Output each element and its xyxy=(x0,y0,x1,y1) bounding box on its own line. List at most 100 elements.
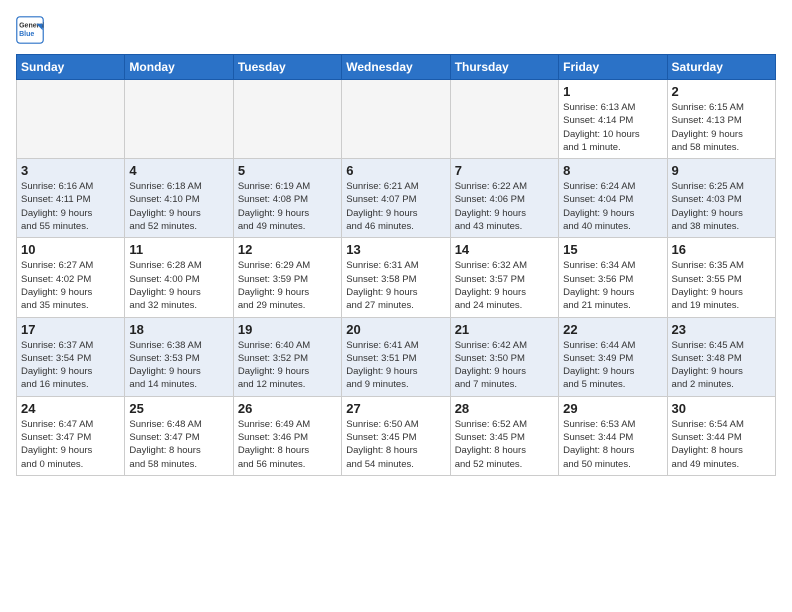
day-number: 11 xyxy=(129,242,228,257)
day-number: 19 xyxy=(238,322,337,337)
day-number: 2 xyxy=(672,84,771,99)
calendar-cell: 20 Sunrise: 6:41 AM Sunset: 3:51 PM Dayli… xyxy=(342,317,450,396)
day-info: Sunrise: 6:50 AM Sunset: 3:45 PM Dayligh… xyxy=(346,418,445,471)
header: General Blue xyxy=(16,16,776,44)
calendar-cell: 28 Sunrise: 6:52 AM Sunset: 3:45 PM Dayli… xyxy=(450,396,558,475)
logo-icon: General Blue xyxy=(16,16,44,44)
day-info: Sunrise: 6:53 AM Sunset: 3:44 PM Dayligh… xyxy=(563,418,662,471)
day-number: 4 xyxy=(129,163,228,178)
weekday-header-wednesday: Wednesday xyxy=(342,55,450,80)
calendar-cell: 29 Sunrise: 6:53 AM Sunset: 3:44 PM Dayli… xyxy=(559,396,667,475)
day-number: 7 xyxy=(455,163,554,178)
day-number: 14 xyxy=(455,242,554,257)
week-row-3: 17 Sunrise: 6:37 AM Sunset: 3:54 PM Dayli… xyxy=(17,317,776,396)
calendar-cell: 2 Sunrise: 6:15 AM Sunset: 4:13 PM Daylig… xyxy=(667,80,775,159)
week-row-2: 10Sunrise: 6:27 AM Sunset: 4:02 PM Dayli… xyxy=(17,238,776,317)
calendar: SundayMondayTuesdayWednesdayThursdayFrid… xyxy=(16,54,776,476)
weekday-header-sunday: Sunday xyxy=(17,55,125,80)
calendar-cell: 18 Sunrise: 6:38 AM Sunset: 3:53 PM Dayli… xyxy=(125,317,233,396)
day-info: Sunrise: 6:34 AM Sunset: 3:56 PM Dayligh… xyxy=(563,259,662,312)
day-number: 3 xyxy=(21,163,120,178)
day-number: 25 xyxy=(129,401,228,416)
calendar-cell: 6 Sunrise: 6:21 AM Sunset: 4:07 PM Daylig… xyxy=(342,159,450,238)
day-info: Sunrise: 6:25 AM Sunset: 4:03 PM Dayligh… xyxy=(672,180,771,233)
day-number: 6 xyxy=(346,163,445,178)
day-info: Sunrise: 6:16 AM Sunset: 4:11 PM Dayligh… xyxy=(21,180,120,233)
day-number: 17 xyxy=(21,322,120,337)
calendar-cell: 10Sunrise: 6:27 AM Sunset: 4:02 PM Dayli… xyxy=(17,238,125,317)
day-info: Sunrise: 6:35 AM Sunset: 3:55 PM Dayligh… xyxy=(672,259,771,312)
day-info: Sunrise: 6:41 AM Sunset: 3:51 PM Dayligh… xyxy=(346,339,445,392)
svg-text:Blue: Blue xyxy=(19,31,34,38)
logo: General Blue xyxy=(16,16,48,44)
day-number: 29 xyxy=(563,401,662,416)
day-info: Sunrise: 6:21 AM Sunset: 4:07 PM Dayligh… xyxy=(346,180,445,233)
calendar-cell: 7Sunrise: 6:22 AM Sunset: 4:06 PM Daylig… xyxy=(450,159,558,238)
day-info: Sunrise: 6:48 AM Sunset: 3:47 PM Dayligh… xyxy=(129,418,228,471)
day-info: Sunrise: 6:49 AM Sunset: 3:46 PM Dayligh… xyxy=(238,418,337,471)
weekday-header-saturday: Saturday xyxy=(667,55,775,80)
day-info: Sunrise: 6:28 AM Sunset: 4:00 PM Dayligh… xyxy=(129,259,228,312)
calendar-cell: 3 Sunrise: 6:16 AM Sunset: 4:11 PM Daylig… xyxy=(17,159,125,238)
day-info: Sunrise: 6:52 AM Sunset: 3:45 PM Dayligh… xyxy=(455,418,554,471)
day-number: 18 xyxy=(129,322,228,337)
weekday-header-tuesday: Tuesday xyxy=(233,55,341,80)
day-info: Sunrise: 6:37 AM Sunset: 3:54 PM Dayligh… xyxy=(21,339,120,392)
day-number: 28 xyxy=(455,401,554,416)
day-info: Sunrise: 6:19 AM Sunset: 4:08 PM Dayligh… xyxy=(238,180,337,233)
calendar-cell: 14 Sunrise: 6:32 AM Sunset: 3:57 PM Dayli… xyxy=(450,238,558,317)
calendar-cell: 4 Sunrise: 6:18 AM Sunset: 4:10 PM Daylig… xyxy=(125,159,233,238)
day-info: Sunrise: 6:15 AM Sunset: 4:13 PM Dayligh… xyxy=(672,101,771,154)
day-info: Sunrise: 6:38 AM Sunset: 3:53 PM Dayligh… xyxy=(129,339,228,392)
day-info: Sunrise: 6:29 AM Sunset: 3:59 PM Dayligh… xyxy=(238,259,337,312)
day-number: 12 xyxy=(238,242,337,257)
day-info: Sunrise: 6:24 AM Sunset: 4:04 PM Dayligh… xyxy=(563,180,662,233)
calendar-cell: 15 Sunrise: 6:34 AM Sunset: 3:56 PM Dayli… xyxy=(559,238,667,317)
calendar-cell: 25 Sunrise: 6:48 AM Sunset: 3:47 PM Dayli… xyxy=(125,396,233,475)
calendar-cell: 5 Sunrise: 6:19 AM Sunset: 4:08 PM Daylig… xyxy=(233,159,341,238)
day-info: Sunrise: 6:32 AM Sunset: 3:57 PM Dayligh… xyxy=(455,259,554,312)
day-info: Sunrise: 6:27 AM Sunset: 4:02 PM Dayligh… xyxy=(21,259,120,312)
day-number: 26 xyxy=(238,401,337,416)
day-number: 24 xyxy=(21,401,120,416)
day-info: Sunrise: 6:44 AM Sunset: 3:49 PM Dayligh… xyxy=(563,339,662,392)
day-number: 21 xyxy=(455,322,554,337)
day-number: 30 xyxy=(672,401,771,416)
day-info: Sunrise: 6:45 AM Sunset: 3:48 PM Dayligh… xyxy=(672,339,771,392)
day-number: 16 xyxy=(672,242,771,257)
day-info: Sunrise: 6:18 AM Sunset: 4:10 PM Dayligh… xyxy=(129,180,228,233)
calendar-cell: 21 Sunrise: 6:42 AM Sunset: 3:50 PM Dayli… xyxy=(450,317,558,396)
week-row-0: 1 Sunrise: 6:13 AM Sunset: 4:14 PM Daylig… xyxy=(17,80,776,159)
calendar-cell: 8 Sunrise: 6:24 AM Sunset: 4:04 PM Daylig… xyxy=(559,159,667,238)
day-info: Sunrise: 6:54 AM Sunset: 3:44 PM Dayligh… xyxy=(672,418,771,471)
calendar-cell: 9 Sunrise: 6:25 AM Sunset: 4:03 PM Daylig… xyxy=(667,159,775,238)
week-row-4: 24 Sunrise: 6:47 AM Sunset: 3:47 PM Dayli… xyxy=(17,396,776,475)
calendar-cell: 11 Sunrise: 6:28 AM Sunset: 4:00 PM Dayli… xyxy=(125,238,233,317)
weekday-header-row: SundayMondayTuesdayWednesdayThursdayFrid… xyxy=(17,55,776,80)
calendar-cell: 24 Sunrise: 6:47 AM Sunset: 3:47 PM Dayli… xyxy=(17,396,125,475)
day-number: 9 xyxy=(672,163,771,178)
day-info: Sunrise: 6:13 AM Sunset: 4:14 PM Dayligh… xyxy=(563,101,662,154)
calendar-cell xyxy=(125,80,233,159)
day-info: Sunrise: 6:42 AM Sunset: 3:50 PM Dayligh… xyxy=(455,339,554,392)
weekday-header-friday: Friday xyxy=(559,55,667,80)
page: General Blue SundayMondayTuesdayWednesda… xyxy=(0,0,792,612)
calendar-cell: 19Sunrise: 6:40 AM Sunset: 3:52 PM Dayli… xyxy=(233,317,341,396)
weekday-header-thursday: Thursday xyxy=(450,55,558,80)
day-number: 13 xyxy=(346,242,445,257)
calendar-cell: 17 Sunrise: 6:37 AM Sunset: 3:54 PM Dayli… xyxy=(17,317,125,396)
calendar-cell: 12 Sunrise: 6:29 AM Sunset: 3:59 PM Dayli… xyxy=(233,238,341,317)
calendar-cell: 1 Sunrise: 6:13 AM Sunset: 4:14 PM Daylig… xyxy=(559,80,667,159)
day-number: 20 xyxy=(346,322,445,337)
day-number: 15 xyxy=(563,242,662,257)
day-number: 8 xyxy=(563,163,662,178)
calendar-cell xyxy=(17,80,125,159)
calendar-cell: 22Sunrise: 6:44 AM Sunset: 3:49 PM Dayli… xyxy=(559,317,667,396)
calendar-cell: 27Sunrise: 6:50 AM Sunset: 3:45 PM Dayli… xyxy=(342,396,450,475)
week-row-1: 3 Sunrise: 6:16 AM Sunset: 4:11 PM Daylig… xyxy=(17,159,776,238)
calendar-cell: 26 Sunrise: 6:49 AM Sunset: 3:46 PM Dayli… xyxy=(233,396,341,475)
day-info: Sunrise: 6:47 AM Sunset: 3:47 PM Dayligh… xyxy=(21,418,120,471)
day-number: 5 xyxy=(238,163,337,178)
day-number: 1 xyxy=(563,84,662,99)
calendar-cell: 16 Sunrise: 6:35 AM Sunset: 3:55 PM Dayli… xyxy=(667,238,775,317)
